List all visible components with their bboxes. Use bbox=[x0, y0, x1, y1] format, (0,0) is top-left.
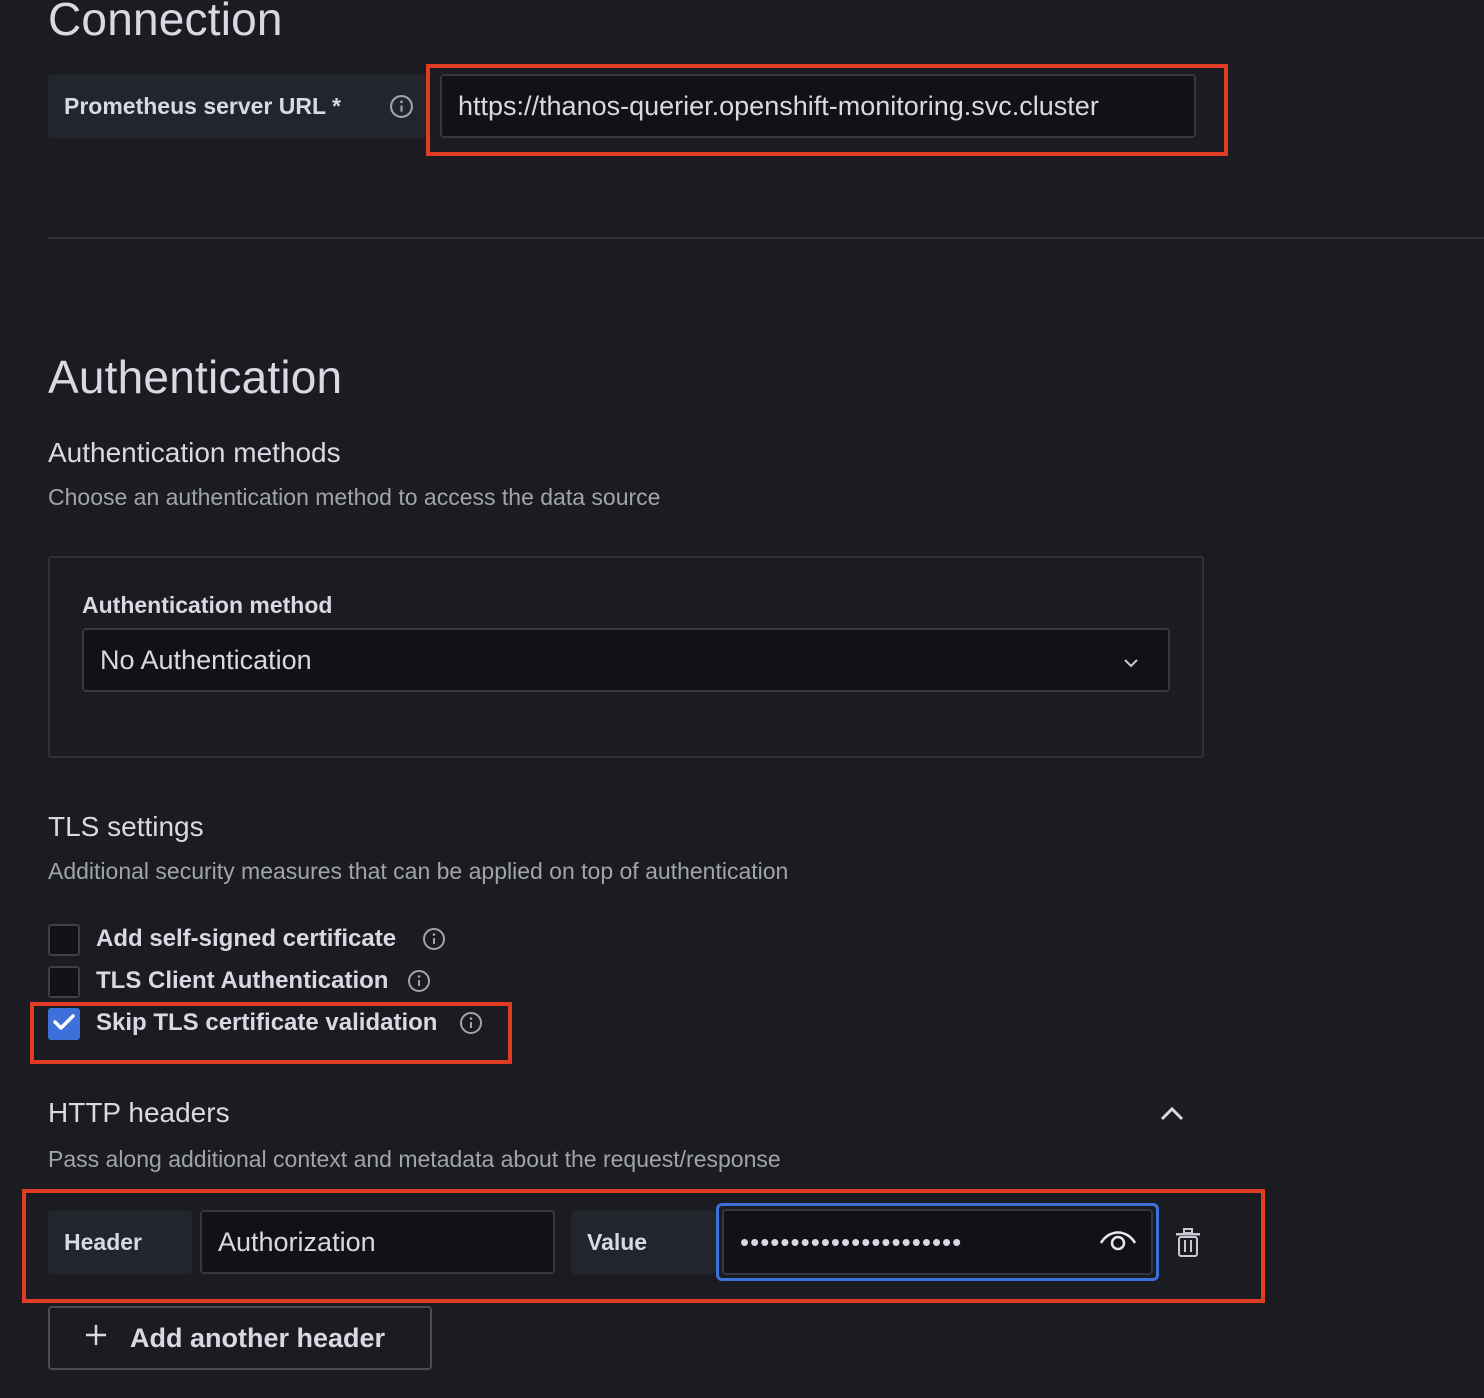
prometheus-url-label-text: Prometheus server URL * bbox=[64, 92, 341, 119]
add-header-label: Add another header bbox=[130, 1322, 386, 1353]
info-icon[interactable] bbox=[407, 969, 431, 993]
info-icon[interactable] bbox=[422, 927, 446, 951]
chevron-up-icon[interactable] bbox=[1158, 1104, 1186, 1129]
skip-tls-validation-label: Skip TLS certificate validation bbox=[96, 1009, 438, 1036]
info-icon[interactable] bbox=[459, 1011, 483, 1035]
section-divider bbox=[48, 237, 1484, 239]
self-signed-cert-checkbox[interactable] bbox=[48, 924, 80, 956]
chevron-down-icon bbox=[1122, 645, 1140, 676]
prometheus-url-input[interactable]: https://thanos-querier.openshift-monitor… bbox=[440, 74, 1196, 138]
tls-client-auth-checkbox[interactable] bbox=[48, 966, 80, 998]
tls-client-auth-label: TLS Client Authentication bbox=[96, 967, 389, 994]
authentication-title: Authentication bbox=[48, 351, 343, 403]
auth-methods-description: Choose an authentication method to acces… bbox=[48, 484, 661, 510]
add-header-button[interactable]: Add another header bbox=[48, 1306, 432, 1370]
header-label-text: Header bbox=[64, 1228, 142, 1255]
http-headers-title: HTTP headers bbox=[48, 1097, 230, 1128]
eye-icon[interactable] bbox=[1099, 1226, 1137, 1259]
header-label: Header bbox=[48, 1210, 192, 1274]
plus-icon bbox=[84, 1323, 108, 1354]
prometheus-url-value: https://thanos-querier.openshift-monitor… bbox=[458, 90, 1099, 121]
header-value-masked: •••••••••••••••••••••• bbox=[740, 1226, 963, 1257]
checkmark-icon bbox=[53, 1013, 75, 1036]
auth-method-panel: Authentication method No Authentication bbox=[48, 556, 1204, 758]
value-label: Value bbox=[571, 1210, 716, 1274]
info-icon[interactable] bbox=[389, 94, 414, 119]
value-label-text: Value bbox=[587, 1228, 648, 1255]
header-name-input[interactable]: Authorization bbox=[200, 1210, 555, 1274]
auth-method-value: No Authentication bbox=[100, 644, 312, 675]
tls-settings-description: Additional security measures that can be… bbox=[48, 858, 789, 884]
datasource-settings-page: Connection Prometheus server URL * https… bbox=[0, 0, 1484, 1398]
http-headers-description: Pass along additional context and metada… bbox=[48, 1146, 781, 1172]
connection-title: Connection bbox=[48, 0, 283, 45]
auth-methods-title: Authentication methods bbox=[48, 437, 341, 468]
trash-icon[interactable] bbox=[1175, 1228, 1201, 1263]
skip-tls-validation-checkbox[interactable] bbox=[48, 1008, 80, 1040]
header-value-input[interactable]: •••••••••••••••••••••• bbox=[722, 1209, 1153, 1275]
header-name-value: Authorization bbox=[218, 1226, 376, 1257]
prometheus-url-label: Prometheus server URL * bbox=[48, 74, 428, 138]
tls-settings-title: TLS settings bbox=[48, 811, 204, 842]
auth-method-label: Authentication method bbox=[82, 592, 333, 618]
auth-method-select[interactable]: No Authentication bbox=[82, 628, 1170, 692]
self-signed-cert-label: Add self-signed certificate bbox=[96, 925, 397, 952]
